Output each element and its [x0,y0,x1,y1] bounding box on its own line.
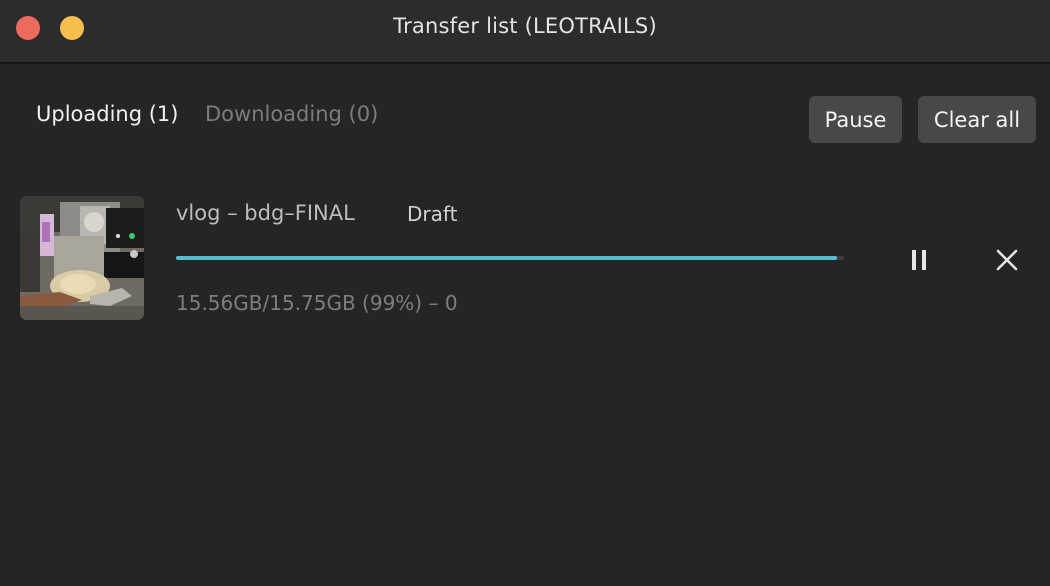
clear-all-button[interactable]: Clear all [918,96,1036,143]
video-thumbnail-image [20,196,144,320]
progress-bar-fill [176,256,838,260]
tab-uploading[interactable]: Uploading (1) [36,102,178,126]
close-icon[interactable] [991,244,1023,276]
tab-downloading[interactable]: Downloading (0) [205,102,378,126]
progress-bar [176,256,844,260]
transfer-window: Transfer list (LEOTRAILS) Uploading (1) … [0,0,1050,586]
pause-icon[interactable] [903,244,935,276]
file-status-badge: Draft [407,202,458,226]
progress-text: 15.56GB/15.75GB (99%) – 0 [176,291,458,315]
window-title: Transfer list (LEOTRAILS) [393,14,657,38]
title-bar: Transfer list (LEOTRAILS) [0,0,1050,64]
transfer-row: vlog – bdg–FINAL Draft 15.56GB/15.75GB (… [0,180,1050,340]
file-name: vlog – bdg–FINAL [176,201,355,225]
pause-all-button[interactable]: Pause [809,96,902,143]
video-thumbnail [20,196,144,320]
